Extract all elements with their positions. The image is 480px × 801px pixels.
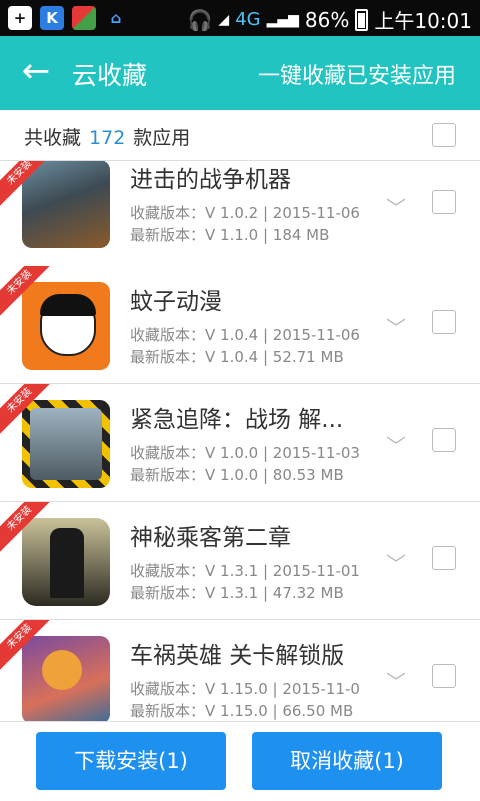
app-icon-war-machines [22, 161, 110, 248]
chevron-down-icon[interactable]: ﹀ [386, 666, 406, 695]
notification-icons: + K ⌂ [8, 6, 128, 30]
collection-count: 172 [89, 127, 126, 149]
latest-version: 最新版本：V 1.0.4 | 52.71 MB [130, 348, 344, 366]
list-item[interactable]: 未安装 紧急追降：战场 解... 收藏版本：V 1.0.0 | 2015-11-… [0, 384, 480, 502]
chevron-down-icon[interactable]: ﹀ [386, 192, 406, 221]
chevron-down-icon[interactable]: ﹀ [386, 430, 406, 459]
collected-version: 收藏版本：V 1.0.0 | 2015-11-03 [130, 444, 360, 462]
latest-version: 最新版本：V 1.15.0 | 66.50 MB [130, 702, 354, 720]
battery-percent: 86% [304, 7, 350, 32]
list-item[interactable]: 未安装 蚊子动漫 收藏版本：V 1.0.4 | 2015-11-06 最新版本：… [0, 266, 480, 384]
app-icon-fighter-jet [22, 400, 110, 488]
app-header: ← 云收藏 一键收藏已安装应用 [0, 36, 480, 110]
wifi-icon: ◢ [218, 11, 230, 28]
crash-dummy-shape [42, 650, 82, 690]
add-notification-icon: + [8, 6, 32, 30]
app-name: 车祸英雄 关卡解锁版 [130, 643, 345, 669]
summary-row: 共收藏 172 款应用 [0, 110, 480, 161]
app-checkbox[interactable] [432, 428, 456, 452]
latest-version: 最新版本：V 1.1.0 | 184 MB [130, 226, 330, 244]
summary-text: 共收藏 172 款应用 [24, 123, 190, 150]
app-list: 未安装 进击的战争机器 收藏版本：V 1.0.2 | 2015-11-06 最新… [0, 161, 480, 721]
list-item[interactable]: 未安装 车祸英雄 关卡解锁版 收藏版本：V 1.15.0 | 2015-11-0… [0, 620, 480, 721]
collected-version: 收藏版本：V 1.0.4 | 2015-11-06 [130, 326, 360, 344]
latest-version: 最新版本：V 1.0.0 | 80.53 MB [130, 466, 344, 484]
app-icon-mosquito-comic [22, 282, 110, 370]
collected-version: 收藏版本：V 1.3.1 | 2015-11-01 [130, 562, 360, 580]
latest-version: 最新版本：V 1.3.1 | 47.32 MB [130, 584, 344, 602]
back-arrow-icon[interactable]: ← [18, 54, 54, 90]
app-checkbox[interactable] [432, 310, 456, 334]
page-title: 云收藏 [72, 61, 148, 90]
cancel-collection-button[interactable]: 取消收藏(1) [252, 732, 442, 790]
status-bar: + K ⌂ 🎧 ◢ 4G ▂▄▆ 86% 上午10:01 [0, 0, 480, 36]
app-icon-crash-hero [22, 636, 110, 721]
k-app-icon: K [40, 6, 64, 30]
chat-notification-icon: ⌂ [110, 9, 122, 27]
chevron-down-icon[interactable]: ﹀ [386, 312, 406, 341]
app-name: 紧急追降：战场 解... [130, 407, 344, 433]
app-name: 神秘乘客第二章 [130, 525, 291, 551]
summary-suffix: 款应用 [133, 127, 191, 149]
jet-image [30, 408, 102, 480]
app-name: 进击的战争机器 [130, 167, 291, 193]
summary-prefix: 共收藏 [24, 127, 82, 149]
app-checkbox[interactable] [432, 546, 456, 570]
system-status: 🎧 ◢ 4G ▂▄▆ 86% 上午10:01 [188, 5, 473, 34]
battery-icon [355, 8, 369, 31]
bottom-action-bar: 下载安装(1) 取消收藏(1) [0, 721, 480, 801]
network-type: 4G [235, 9, 261, 30]
hair-shape [40, 294, 96, 316]
shield-icon [72, 6, 96, 30]
signal-icon: ▂▄▆ [266, 11, 299, 28]
select-all-checkbox[interactable] [432, 123, 456, 147]
list-item[interactable]: 未安装 进击的战争机器 收藏版本：V 1.0.2 | 2015-11-06 最新… [0, 161, 480, 272]
collected-version: 收藏版本：V 1.15.0 | 2015-11-0 [130, 680, 360, 698]
clock: 上午10:01 [374, 9, 472, 33]
collect-installed-apps-button[interactable]: 一键收藏已安装应用 [258, 58, 456, 90]
list-item[interactable]: 未安装 神秘乘客第二章 收藏版本：V 1.3.1 | 2015-11-01 最新… [0, 502, 480, 620]
app-name: 蚊子动漫 [130, 289, 222, 315]
chevron-down-icon[interactable]: ﹀ [386, 548, 406, 577]
headphones-icon: 🎧 [187, 7, 213, 32]
collected-version: 收藏版本：V 1.0.2 | 2015-11-06 [130, 204, 360, 222]
app-checkbox[interactable] [432, 190, 456, 214]
download-install-button[interactable]: 下载安装(1) [36, 732, 226, 790]
app-checkbox[interactable] [432, 664, 456, 688]
detective-silhouette [50, 528, 84, 598]
app-icon-detective [22, 518, 110, 606]
